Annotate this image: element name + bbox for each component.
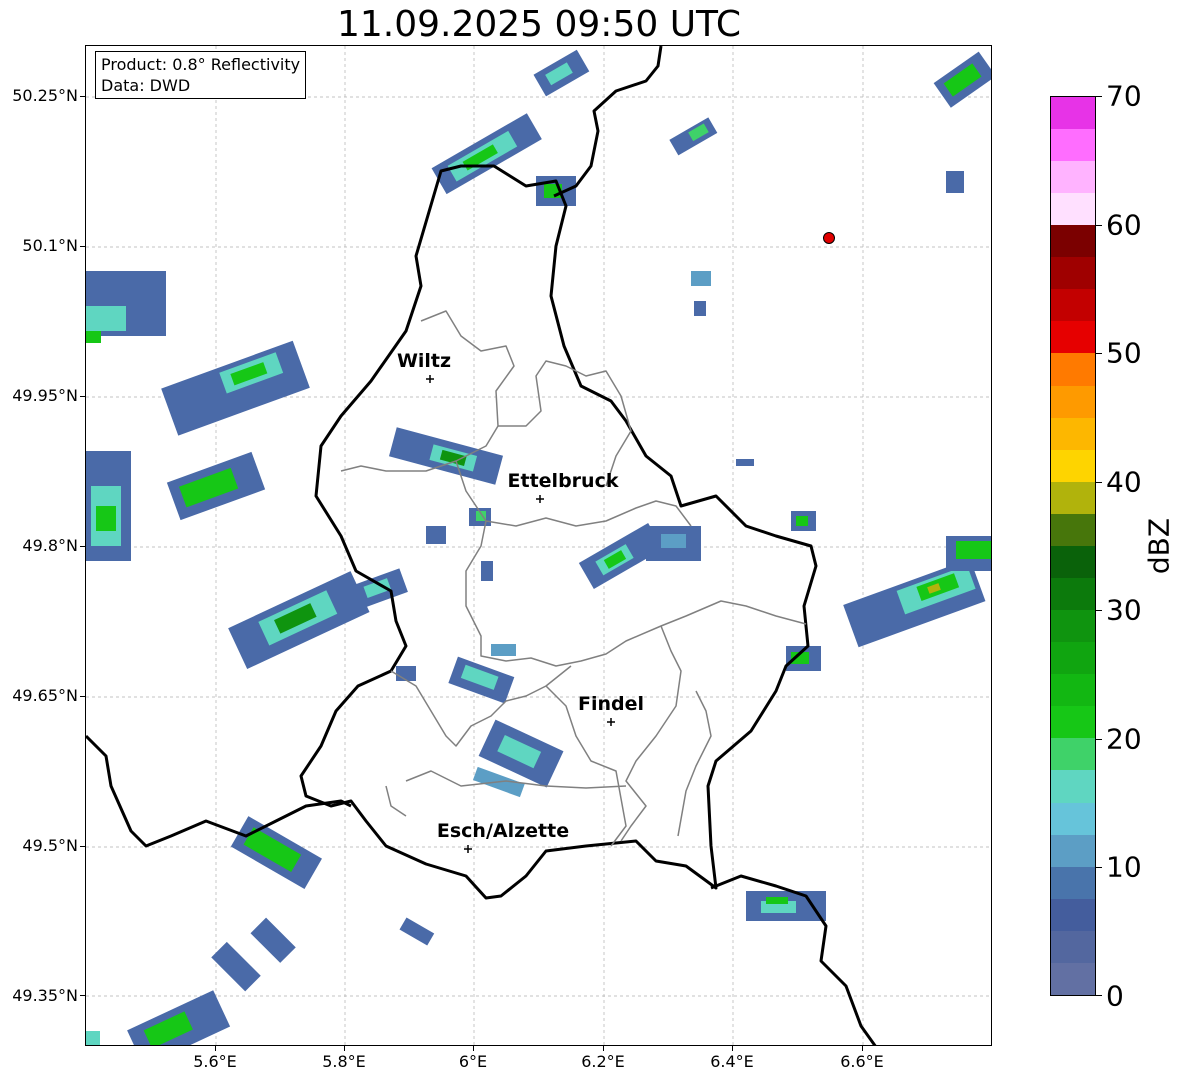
colorbar-segment bbox=[1051, 385, 1095, 418]
district-boundaries bbox=[340, 310, 807, 847]
x-tick bbox=[732, 1046, 733, 1051]
colorbar-segment bbox=[1051, 770, 1095, 803]
colorbar-segment bbox=[1051, 417, 1095, 450]
colorbar-segment bbox=[1051, 257, 1095, 290]
colorbar-segment bbox=[1051, 577, 1095, 611]
colorbar-tick bbox=[1096, 739, 1102, 740]
colorbar-segment bbox=[1051, 481, 1095, 514]
radar-echoes bbox=[86, 49, 991, 1045]
colorbar-tick-label: 50 bbox=[1106, 336, 1142, 370]
y-tick-label: 49.8°N bbox=[22, 536, 78, 555]
colorbar-tick-label: 70 bbox=[1106, 79, 1142, 113]
radar-map[interactable] bbox=[85, 45, 992, 1046]
location-marker bbox=[823, 232, 835, 244]
x-tick-label: 6.2°E bbox=[581, 1052, 625, 1071]
colorbar-segment bbox=[1051, 353, 1095, 386]
city-label-ettelbruck: Ettelbruck bbox=[507, 470, 619, 492]
y-tick-label: 49.65°N bbox=[12, 686, 78, 705]
colorbar-tick-label: 0 bbox=[1106, 979, 1124, 1013]
y-tick-label: 49.35°N bbox=[12, 986, 78, 1005]
y-tick-label: 49.5°N bbox=[22, 836, 78, 855]
colorbar-segment bbox=[1051, 706, 1095, 739]
colorbar-tick bbox=[1096, 610, 1102, 611]
product-label: Product: 0.8° Reflectivity bbox=[101, 55, 301, 74]
map-title: 11.09.2025 09:50 UTC bbox=[336, 4, 742, 45]
y-tick-label: 49.95°N bbox=[12, 386, 78, 405]
y-tick bbox=[80, 96, 85, 97]
colorbar-segment bbox=[1051, 642, 1095, 675]
colorbar-segment bbox=[1051, 674, 1095, 707]
reflectivity-colorbar bbox=[1050, 96, 1096, 996]
colorbar-tick bbox=[1096, 225, 1102, 226]
colorbar-tick-label: 60 bbox=[1106, 208, 1142, 242]
city-label-wiltz: Wiltz bbox=[396, 350, 452, 372]
x-tick-label: 6.4°E bbox=[710, 1052, 754, 1071]
colorbar-tick bbox=[1096, 995, 1102, 996]
x-tick bbox=[603, 1046, 604, 1051]
colorbar-unit-label: dBZ bbox=[1142, 517, 1176, 575]
y-tick bbox=[80, 995, 85, 996]
colorbar-segment bbox=[1051, 513, 1095, 546]
colorbar-tick-label: 30 bbox=[1106, 593, 1142, 627]
x-tick-label: 5.6°E bbox=[193, 1052, 237, 1071]
colorbar-segment bbox=[1051, 610, 1095, 643]
x-tick bbox=[215, 1046, 216, 1051]
colorbar-segment bbox=[1051, 802, 1095, 835]
colorbar-segment bbox=[1051, 321, 1095, 354]
colorbar-segment bbox=[1051, 898, 1095, 931]
colorbar-segment bbox=[1051, 160, 1095, 194]
national-border bbox=[299, 164, 818, 900]
x-tick bbox=[862, 1046, 863, 1051]
x-tick bbox=[473, 1046, 474, 1051]
colorbar-tick-label: 40 bbox=[1106, 465, 1142, 499]
national-border-west bbox=[86, 734, 352, 848]
product-info-box: Product: 0.8° Reflectivity Data: DWD bbox=[95, 51, 307, 99]
colorbar-segment bbox=[1051, 834, 1095, 867]
city-label-findel: Findel bbox=[577, 693, 645, 715]
x-tick-label: 6°E bbox=[458, 1052, 488, 1071]
colorbar-segment bbox=[1051, 545, 1095, 578]
y-tick bbox=[80, 546, 85, 547]
colorbar-segment bbox=[1051, 738, 1095, 771]
colorbar-tick bbox=[1096, 96, 1102, 97]
colorbar-tick-label: 20 bbox=[1106, 722, 1142, 756]
x-tick-label: 5.8°E bbox=[322, 1052, 366, 1071]
colorbar-tick bbox=[1096, 353, 1102, 354]
x-tick bbox=[344, 1046, 345, 1051]
y-tick bbox=[80, 696, 85, 697]
colorbar-segment bbox=[1051, 289, 1095, 322]
colorbar-segment bbox=[1051, 128, 1095, 161]
y-tick bbox=[80, 846, 85, 847]
city-label-esch-alzette: Esch/Alzette bbox=[436, 820, 570, 842]
colorbar-tick-label: 10 bbox=[1106, 850, 1142, 884]
data-source-label: Data: DWD bbox=[101, 76, 191, 95]
colorbar-tick bbox=[1096, 867, 1102, 868]
colorbar-segment bbox=[1051, 962, 1095, 995]
y-tick-label: 50.25°N bbox=[12, 86, 78, 105]
colorbar-segment bbox=[1051, 193, 1095, 226]
colorbar-segment bbox=[1051, 96, 1095, 129]
y-tick bbox=[80, 246, 85, 247]
y-tick-label: 50.1°N bbox=[22, 236, 78, 255]
colorbar-segment bbox=[1051, 930, 1095, 963]
colorbar-segment bbox=[1051, 225, 1095, 258]
colorbar-segment bbox=[1051, 866, 1095, 899]
colorbar-tick bbox=[1096, 482, 1102, 483]
colorbar-segment bbox=[1051, 449, 1095, 482]
x-tick-label: 6.6°E bbox=[840, 1052, 884, 1071]
y-tick bbox=[80, 396, 85, 397]
